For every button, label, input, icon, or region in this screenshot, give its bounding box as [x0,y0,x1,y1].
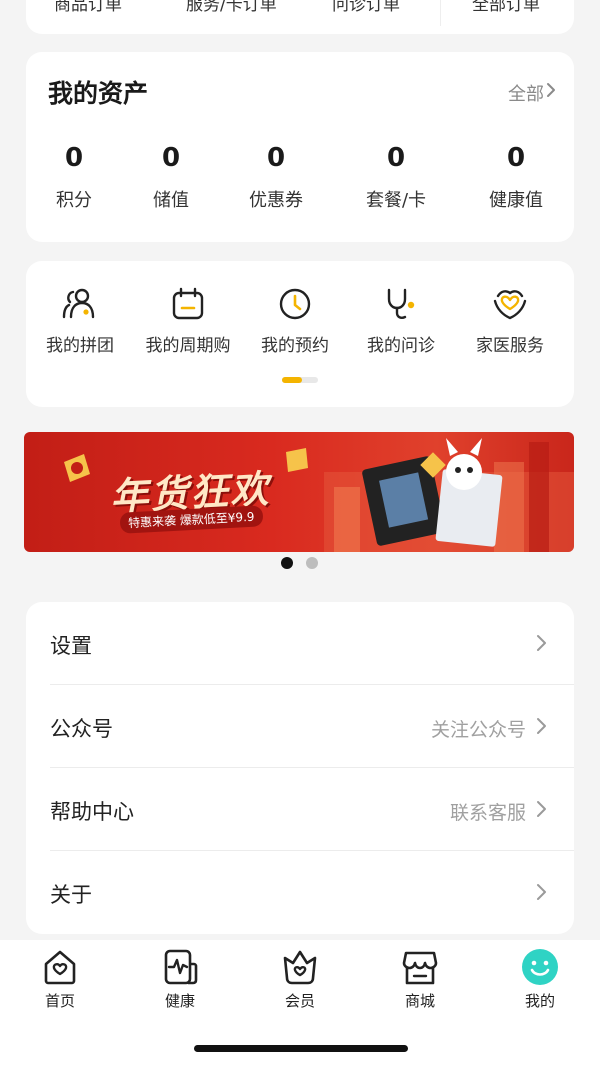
stethoscope-icon [387,288,415,319]
order-item-all[interactable]: 全部订单 [472,0,540,15]
asset-value: 0 [161,143,181,173]
order-item-products[interactable]: 商品订单 [54,0,122,15]
home-icon [44,950,76,985]
chevron-right-icon [537,801,546,817]
asset-value: 0 [506,143,526,173]
profile-icon [522,949,558,985]
chevron-right-icon [537,635,546,651]
settings-row-official-account[interactable]: 公众号 关注公众号 [50,685,574,768]
chevron-right-icon [537,884,546,900]
service-subscription[interactable]: 我的周期购 [133,287,243,356]
service-consultation[interactable]: 我的问诊 [346,287,456,356]
service-label: 我的拼团 [46,336,114,356]
asset-health-value[interactable]: 0 健康值 [466,138,566,212]
service-label: 我的预约 [261,336,329,356]
asset-label: 套餐/卡 [365,190,427,211]
tab-label: 商城 [404,992,435,1010]
asset-label: 优惠券 [249,190,303,211]
asset-value: 0 [64,143,84,173]
settings-row-about[interactable]: 关于 [50,851,574,934]
asset-stored-value[interactable]: 0 储值 [121,138,221,212]
banner-dot[interactable] [306,557,318,569]
tab-shop[interactable]: 商城 [380,948,460,1011]
row-title: 设置 [50,634,92,658]
row-title: 帮助中心 [50,800,134,824]
tab-profile[interactable]: 我的 [500,948,580,1011]
asset-label: 积分 [56,190,92,211]
heart-hands-icon [493,290,527,320]
tab-home[interactable]: 首页 [20,948,100,1011]
service-label: 我的问诊 [367,336,435,356]
asset-packages[interactable]: 0 套餐/卡 [346,138,446,212]
row-hint: 关注公众号 [430,719,526,741]
group-buy-icon [62,288,95,319]
chevron-right-icon[interactable] [544,82,558,98]
member-icon [283,950,317,985]
assets-card: 我的资产 全部 0 积分 0 储值 0 优惠券 0 套餐/卡 0 健康值 [26,52,574,242]
service-label: 家医服务 [476,336,544,356]
asset-label: 健康值 [489,190,543,211]
settings-row-settings[interactable]: 设置 [50,602,574,685]
chevron-right-icon [537,718,546,734]
service-family-doctor[interactable]: 家医服务 [455,287,565,356]
health-icon [164,949,198,985]
promo-banner[interactable]: 年货狂欢 特惠来袭 爆款低至¥9.9 [24,432,574,552]
assets-all-link[interactable]: 全部 [508,80,544,106]
calendar-icon [172,287,204,320]
asset-points[interactable]: 0 积分 [24,138,124,212]
tab-label: 我的 [524,992,555,1010]
service-appointment[interactable]: 我的预约 [240,287,350,356]
row-hint: 联系客服 [449,802,526,824]
asset-value: 0 [266,143,286,173]
asset-coupons[interactable]: 0 优惠券 [226,138,326,212]
services-page-indicator [282,377,318,383]
settings-card: 设置 公众号 关注公众号 帮助中心 联系客服 关于 [26,602,574,934]
service-label: 我的周期购 [145,336,231,356]
asset-value: 0 [386,143,406,173]
tab-label: 会员 [284,992,315,1010]
order-item-consult[interactable]: 问诊订单 [332,0,400,15]
tab-member[interactable]: 会员 [260,948,340,1011]
service-group-buy[interactable]: 我的拼团 [25,287,135,356]
orders-card: 商品订单 服务/卡订单 问诊订单 全部订单 [26,0,574,34]
banner-dot-active[interactable] [281,557,293,569]
assets-title: 我的资产 [48,79,149,108]
tab-label: 首页 [44,992,75,1010]
tab-label: 健康 [164,992,195,1010]
shop-icon [402,951,438,985]
order-item-services[interactable]: 服务/卡订单 [186,0,277,15]
settings-row-help-center[interactable]: 帮助中心 联系客服 [50,768,574,851]
home-indicator [194,1045,408,1052]
asset-label: 储值 [153,190,189,211]
services-page-indicator-active [282,377,302,383]
clock-icon [279,288,311,320]
services-card: 我的拼团 我的周期购 我的预约 我的问诊 家医服务 [26,261,574,407]
banner-decoration [64,438,574,552]
row-title: 关于 [50,883,92,907]
tab-health[interactable]: 健康 [140,948,220,1011]
row-title: 公众号 [50,717,113,741]
divider [440,0,441,26]
